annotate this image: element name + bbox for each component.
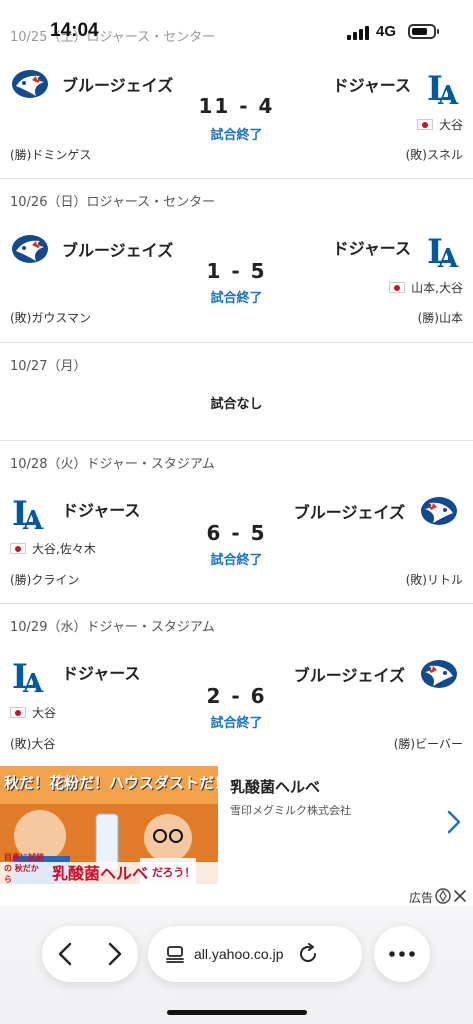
japanese-players[interactable]: 大谷	[439, 116, 463, 133]
url-text[interactable]: all.yahoo.co.jp	[194, 946, 284, 962]
team-name[interactable]: ドジャース	[62, 497, 140, 521]
pitcher-result[interactable]: (敗)大谷	[10, 735, 55, 752]
game-score: 11 - 4	[198, 94, 275, 118]
ad-sponsor: 雪印メグミルク株式会社	[230, 804, 351, 817]
navigation-pill	[42, 926, 138, 982]
battery-icon	[408, 24, 439, 39]
ad-label: 広告	[408, 891, 433, 905]
ad-banner-tagline: だろう！	[152, 866, 196, 879]
japan-flag-icon	[416, 119, 433, 130]
pitcher-result[interactable]: (勝)ビーバー	[394, 735, 463, 752]
game-date-venue: 10/28（火）ドジャー・スタジアム	[10, 457, 215, 472]
pitcher-result[interactable]: (勝)クライン	[10, 571, 79, 588]
cellular-signal-icon	[347, 26, 369, 40]
more-menu-button[interactable]	[374, 926, 430, 982]
pitcher-result[interactable]: (勝)山本	[418, 309, 463, 326]
game-card[interactable]: 10/26（日）ロジャース・センター ブルージェイズ ドジャース L A 1 -…	[0, 179, 473, 343]
ad-banner-headline: 秋だ！花粉だ！ハウスダストだ！	[4, 774, 218, 792]
ad-banner-small-text: 目鼻に試練の 秋だから	[4, 853, 44, 884]
ad-info-icon[interactable]	[435, 888, 451, 904]
game-date-venue: 10/29（水）ドジャー・スタジアム	[10, 620, 215, 635]
game-date: 10/27（月）	[10, 359, 87, 374]
page-menu-icon[interactable]	[164, 943, 186, 965]
team-name[interactable]: ブルージェイズ	[62, 237, 173, 261]
team-name[interactable]: ブルージェイズ	[294, 499, 405, 523]
pitcher-result[interactable]: (敗)スネル	[406, 146, 463, 163]
status-time: 14:04	[50, 20, 99, 41]
game-status[interactable]: 試合終了	[0, 712, 473, 731]
game-card[interactable]: 10/28（火）ドジャー・スタジアム L A ドジャース ブルージェイズ 6 -…	[0, 441, 473, 604]
japanese-players[interactable]: 山本,大谷	[411, 279, 463, 296]
browser-toolbar: all.yahoo.co.jp	[0, 906, 473, 1024]
japan-flag-icon	[10, 707, 26, 718]
japan-flag-icon	[389, 282, 406, 293]
no-game-label: 試合なし	[210, 397, 263, 412]
more-icon[interactable]	[388, 950, 416, 958]
pitcher-result[interactable]: (敗)リトル	[406, 571, 463, 588]
team-name[interactable]: ブルージェイズ	[294, 662, 405, 686]
ad-banner-product: 乳酸菌ヘルベ	[52, 864, 149, 883]
ad-banner-image[interactable]: 秋だ！花粉だ！ハウスダストだ！ 目鼻に試練の 秋だから 乳酸菌ヘルベ だろう！	[0, 766, 218, 884]
game-status[interactable]: 試合終了	[0, 124, 473, 143]
team-name[interactable]: ドジャース	[62, 660, 140, 684]
team-name[interactable]: ドジャース	[333, 72, 411, 96]
game-card[interactable]: 10/29（水）ドジャー・スタジアム L A ドジャース ブルージェイズ 2 -…	[0, 604, 473, 751]
home-indicator[interactable]	[167, 1010, 307, 1015]
forward-icon[interactable]	[90, 926, 138, 982]
chevron-right-icon[interactable]	[447, 810, 461, 834]
team-name[interactable]: ブルージェイズ	[62, 72, 173, 96]
game-score: 2 - 6	[206, 684, 267, 708]
japan-flag-icon	[10, 543, 26, 554]
game-date-venue: 10/26（日）ロジャース・センター	[10, 195, 216, 210]
address-bar[interactable]: all.yahoo.co.jp	[148, 926, 362, 982]
pitcher-result[interactable]: (敗)ガウスマン	[10, 309, 91, 326]
japanese-players[interactable]: 大谷,佐々木	[32, 540, 96, 557]
advertisement[interactable]: 秋だ！花粉だ！ハウスダストだ！ 目鼻に試練の 秋だから 乳酸菌ヘルベ だろう！ …	[0, 766, 473, 884]
team-name[interactable]: ドジャース	[333, 235, 411, 259]
status-bar: 14:04 4G	[0, 0, 473, 52]
japanese-players[interactable]: 大谷	[32, 704, 56, 721]
pitcher-result[interactable]: (勝)ドミンゲス	[10, 146, 91, 163]
close-icon[interactable]	[453, 889, 467, 903]
network-type: 4G	[376, 23, 397, 40]
ad-title[interactable]: 乳酸菌ヘルベ	[230, 776, 320, 797]
back-icon[interactable]	[42, 926, 90, 982]
reload-icon[interactable]	[296, 942, 320, 966]
game-card: 10/27（月） 試合なし	[0, 343, 473, 441]
